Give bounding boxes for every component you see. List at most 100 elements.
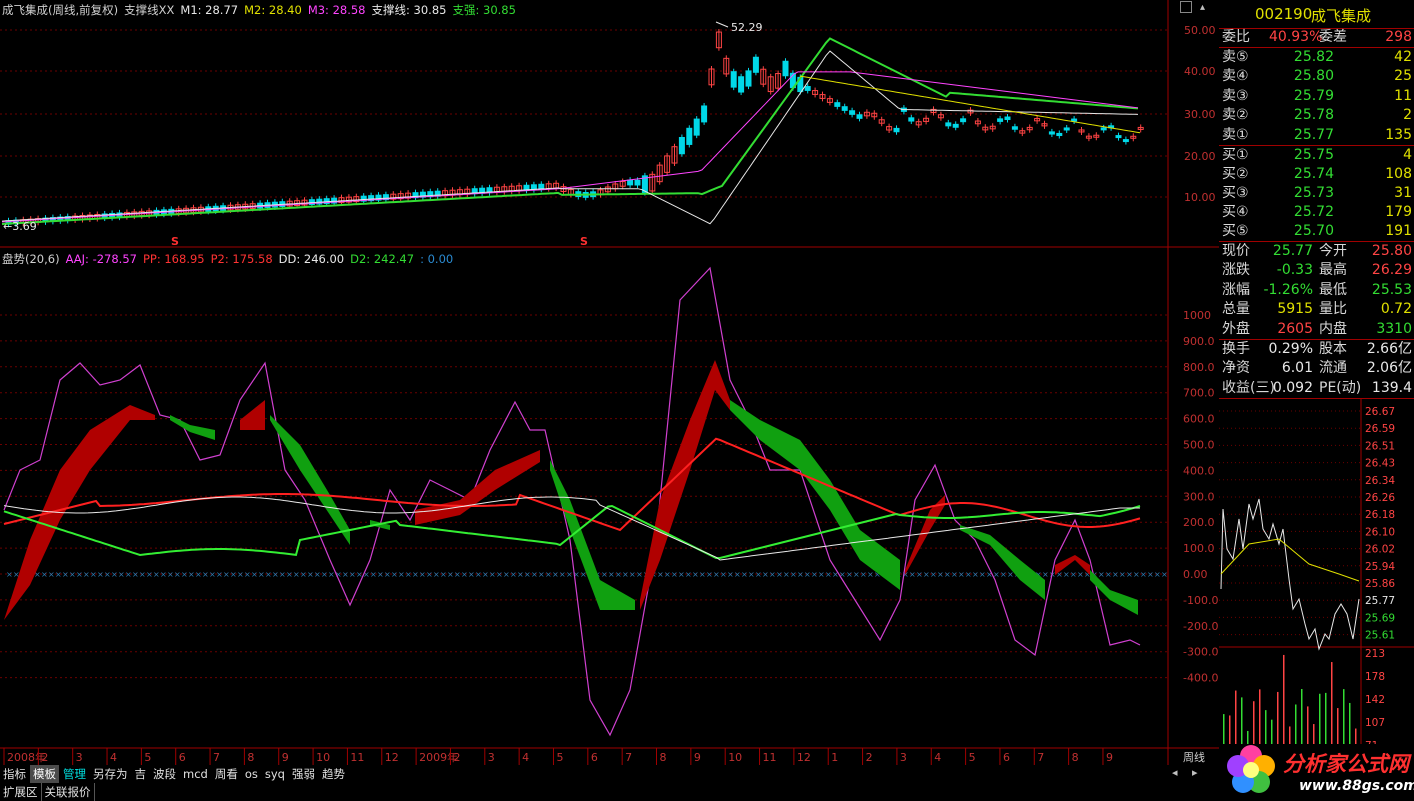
order-price: 25.74 bbox=[1293, 166, 1334, 183]
scroll-left-button[interactable]: ◂ bbox=[1172, 766, 1178, 779]
zero-line-mark: × bbox=[860, 570, 867, 579]
stat-row: 外盘 2605 内盘 3310 bbox=[1219, 320, 1414, 339]
zero-line-mark: × bbox=[475, 570, 482, 579]
zero-line-mark: × bbox=[601, 570, 608, 579]
zero-line-mark: × bbox=[951, 570, 958, 579]
weicha-value: 298 bbox=[1385, 29, 1412, 45]
intraday-tick: 26.18 bbox=[1365, 509, 1395, 521]
intraday-tick: 25.77 bbox=[1365, 595, 1395, 607]
time-label: 9 bbox=[694, 751, 701, 764]
zero-line-mark: × bbox=[349, 570, 356, 579]
stat-label: 内盘 bbox=[1319, 320, 1347, 337]
order-price: 25.70 bbox=[1293, 223, 1334, 240]
bottom-tab[interactable]: 扩展区 bbox=[0, 783, 42, 801]
time-label: 2 bbox=[866, 751, 873, 764]
price-title-item: M1: 28.77 bbox=[180, 3, 239, 17]
toolbar-button[interactable]: 周看 bbox=[212, 765, 241, 783]
restore-window-icon[interactable] bbox=[1180, 1, 1192, 13]
bid-row[interactable]: 买⑤ 25.70 191 bbox=[1219, 222, 1414, 241]
zero-line-mark: × bbox=[517, 570, 524, 579]
ask-row[interactable]: 卖② 25.78 2 bbox=[1219, 106, 1414, 125]
zero-line-mark: × bbox=[398, 570, 405, 579]
scroll-right-button[interactable]: ▸ bbox=[1192, 766, 1198, 779]
bid-row[interactable]: 买② 25.74 108 bbox=[1219, 165, 1414, 184]
order-volume: 2 bbox=[1403, 107, 1412, 124]
green-band bbox=[270, 415, 350, 545]
zero-line-mark: × bbox=[720, 570, 727, 579]
ask-row[interactable]: 卖① 25.77 135 bbox=[1219, 126, 1414, 145]
toolbar-button[interactable]: mcd bbox=[180, 766, 211, 782]
stat-value: 0.72 bbox=[1380, 301, 1412, 318]
stat-value: -1.26% bbox=[1263, 281, 1313, 298]
zero-line-mark: × bbox=[461, 570, 468, 579]
intraday-tick: 26.59 bbox=[1365, 423, 1395, 435]
stock-name: 成飞集成 bbox=[1311, 7, 1372, 25]
stat-label: 换手 bbox=[1222, 341, 1250, 357]
site-logo: 分析家公式网 www.88gs.com bbox=[1219, 740, 1414, 801]
zero-line-mark: × bbox=[83, 570, 90, 579]
bottom-tab[interactable]: 关联报价 bbox=[42, 783, 95, 801]
indicator-tick: -100.0 bbox=[1183, 594, 1218, 607]
ask-row[interactable]: 卖③ 25.79 11 bbox=[1219, 87, 1414, 106]
zero-line-mark: × bbox=[755, 570, 762, 579]
stat-label: 涨幅 bbox=[1222, 281, 1250, 298]
toolbar-button[interactable]: 趋势 bbox=[319, 765, 348, 783]
volume-tick: 107 bbox=[1365, 717, 1385, 729]
zero-line-mark: × bbox=[867, 570, 874, 579]
toolbar-button[interactable]: 管理 bbox=[60, 765, 89, 783]
volume-bar bbox=[1325, 692, 1327, 744]
candle-body bbox=[1056, 132, 1063, 137]
zero-line-mark: × bbox=[846, 570, 853, 579]
candle-body bbox=[745, 70, 752, 87]
toolbar-button[interactable]: 另存为 bbox=[90, 765, 131, 783]
indicator-tick: -200.0 bbox=[1183, 620, 1218, 633]
stat-value: 6.01 bbox=[1281, 360, 1313, 377]
zero-line-mark: × bbox=[818, 570, 825, 579]
support-line bbox=[1, 37, 1139, 225]
bid-row[interactable]: 买④ 25.72 179 bbox=[1219, 203, 1414, 222]
candle-body bbox=[908, 117, 915, 122]
scroll-up-arrow-icon[interactable]: ▴ bbox=[1200, 2, 1205, 13]
zero-line-mark: × bbox=[853, 570, 860, 579]
zero-line-mark: × bbox=[482, 570, 489, 579]
toolbar-button[interactable]: 强弱 bbox=[289, 765, 318, 783]
time-label: 2008年 bbox=[7, 750, 46, 764]
zero-line-mark: × bbox=[706, 570, 713, 579]
zero-line-mark: × bbox=[1119, 570, 1126, 579]
time-label: 6 bbox=[1003, 751, 1010, 764]
candle-body bbox=[1115, 135, 1122, 139]
toolbar-button[interactable]: 模板 bbox=[30, 765, 59, 783]
ask-row[interactable]: 卖⑤ 25.82 42 bbox=[1219, 48, 1414, 67]
toolbar-button[interactable]: 波段 bbox=[150, 765, 179, 783]
zero-line-mark: × bbox=[678, 570, 685, 579]
zero-line-mark: × bbox=[748, 570, 755, 579]
volume-bar bbox=[1277, 691, 1279, 744]
time-label: 10 bbox=[728, 751, 742, 764]
stat-value: 26.29 bbox=[1371, 262, 1412, 279]
zero-line-mark: × bbox=[510, 570, 517, 579]
green-band bbox=[960, 525, 1045, 600]
order-volume: 25 bbox=[1394, 68, 1412, 85]
ask-row[interactable]: 卖④ 25.80 25 bbox=[1219, 67, 1414, 86]
time-label: 4 bbox=[934, 751, 941, 764]
bid-row[interactable]: 买① 25.75 4 bbox=[1219, 146, 1414, 165]
toolbar-button[interactable]: 吉 bbox=[132, 765, 150, 783]
zero-line-mark: × bbox=[48, 570, 55, 579]
candle-body bbox=[738, 76, 745, 93]
candle-body bbox=[834, 102, 841, 107]
time-label: 4 bbox=[522, 751, 529, 764]
bid-row[interactable]: 买③ 25.73 31 bbox=[1219, 184, 1414, 203]
zero-line-mark: × bbox=[839, 570, 846, 579]
zero-line-mark: × bbox=[132, 570, 139, 579]
order-price: 25.75 bbox=[1293, 147, 1334, 163]
zero-line-mark: × bbox=[1000, 570, 1007, 579]
toolbar-button[interactable]: os bbox=[242, 766, 261, 782]
indicator-tick: 500.0 bbox=[1183, 439, 1215, 452]
zero-line-mark: × bbox=[209, 570, 216, 579]
stat-row: 换手 0.29% 股本 2.66亿 bbox=[1219, 340, 1414, 359]
intraday-chart: 26.67 26.59 26.51 26.43 26.34 26.26 26.18 26.10… bbox=[1219, 399, 1414, 744]
toolbar-button[interactable]: syq bbox=[262, 766, 288, 782]
toolbar-button[interactable]: 指标 bbox=[0, 765, 29, 783]
candle-body bbox=[856, 114, 863, 119]
price-tick: 40.00 bbox=[1184, 65, 1216, 78]
